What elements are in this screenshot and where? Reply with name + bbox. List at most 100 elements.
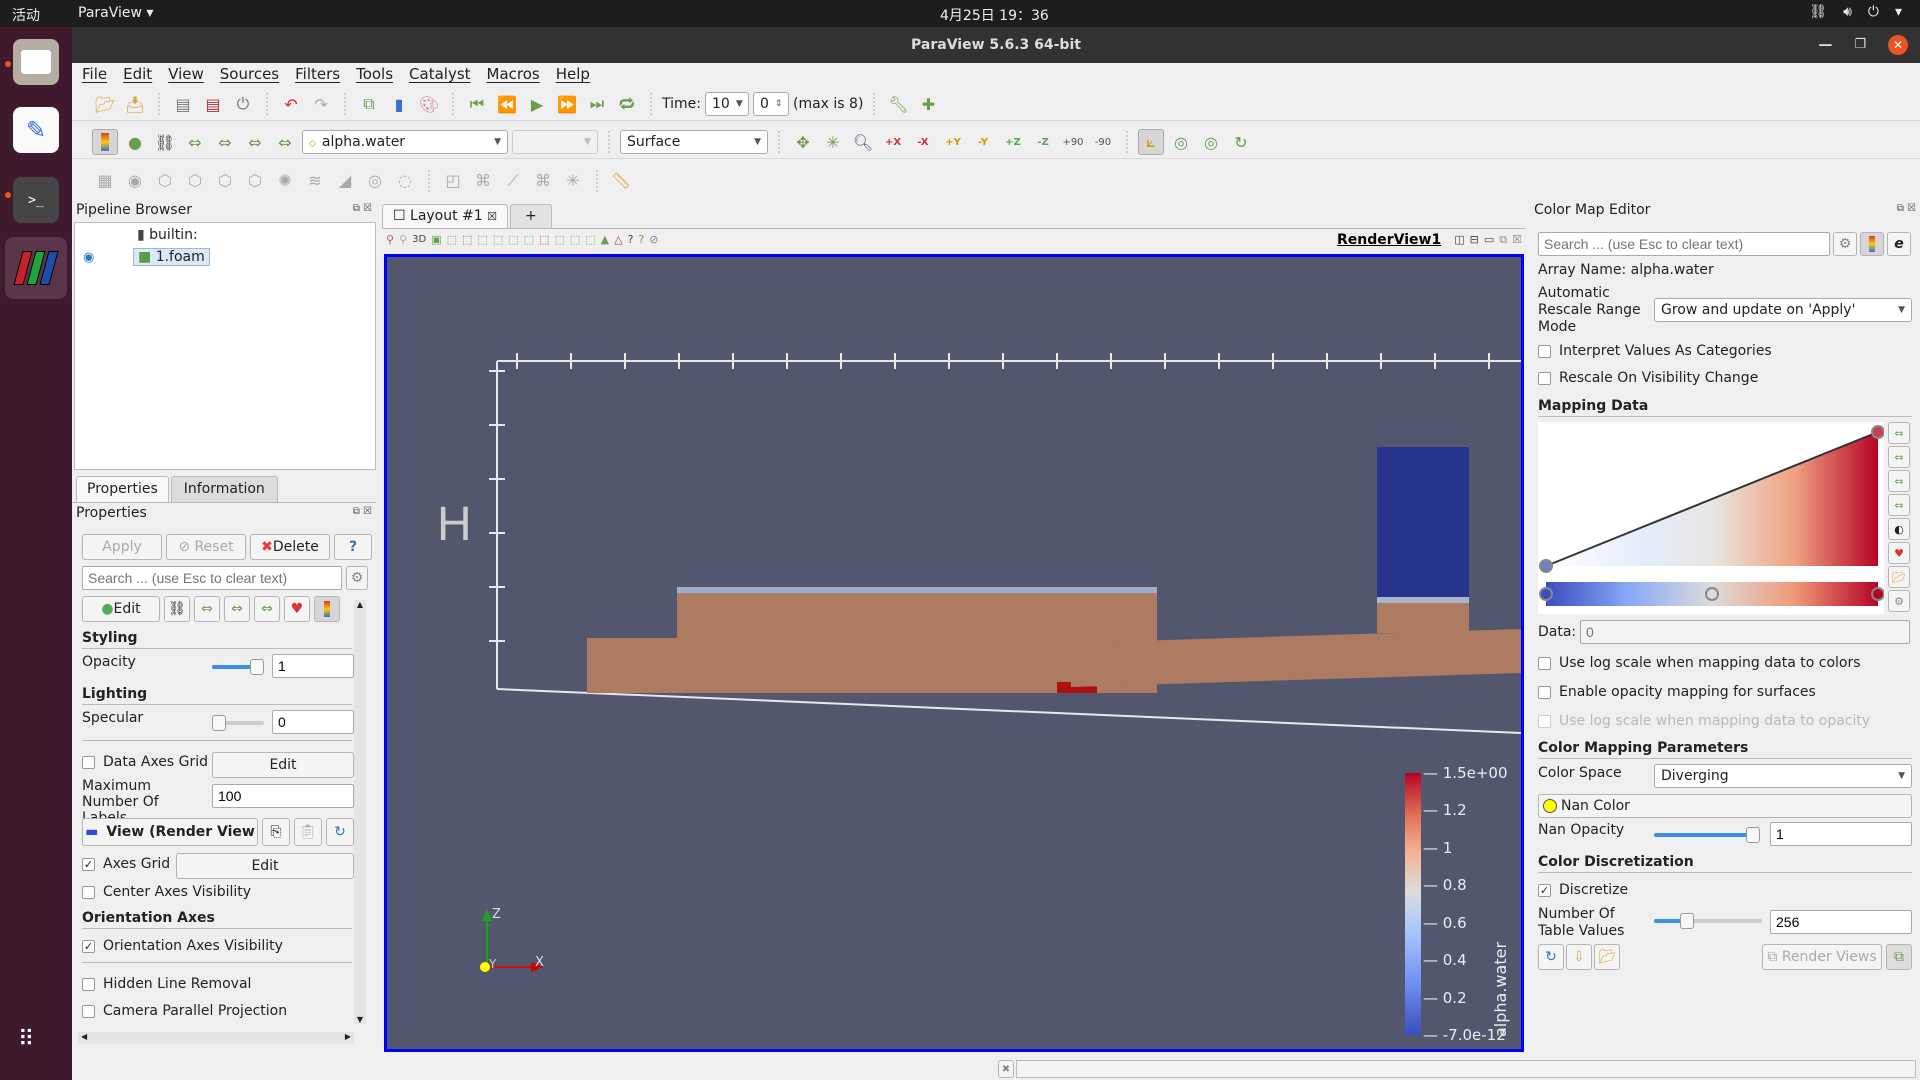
shrink-selection-icon[interactable]: ⬚: [570, 233, 580, 246]
nan-opacity-input[interactable]: [1770, 822, 1912, 846]
panel-float-close-icons[interactable]: ⧉ ☒: [353, 203, 372, 214]
split-horizontal-icon[interactable]: ◫: [1454, 233, 1464, 246]
view-minus-z-icon[interactable]: -Z: [1030, 129, 1056, 155]
select-frustum-icon[interactable]: ⬚: [477, 233, 487, 246]
cme-search-input[interactable]: [1538, 232, 1830, 256]
disconnect-icon[interactable]: ▤: [200, 91, 226, 117]
checkbox-box[interactable]: [82, 885, 95, 899]
dropdown-icon[interactable]: ▾: [1895, 4, 1902, 20]
float-view-icon[interactable]: ⧉: [1499, 233, 1507, 247]
camera-parallel-checkbox[interactable]: Camera Parallel Projection: [82, 1003, 287, 1019]
slider-knob[interactable]: [1680, 913, 1695, 929]
cme-edit-legend-icon[interactable]: e: [1887, 232, 1911, 256]
tooltip-query-icon[interactable]: ?: [638, 233, 644, 246]
help-button[interactable]: ?: [334, 534, 372, 560]
minimize-button[interactable]: —: [1818, 27, 1832, 63]
capture-icon[interactable]: ⚲: [386, 233, 394, 246]
orientation-axes-toggle-icon[interactable]: ⟀: [1138, 129, 1164, 155]
view-plus-z-icon[interactable]: +Z: [1000, 129, 1026, 155]
render-view[interactable]: H Z Y X — 1.5e+00 — 1.2 — 1 — 0.8 — 0.6 — 0.4…: [384, 254, 1524, 1052]
slider-knob[interactable]: [250, 659, 264, 675]
edit-custom-filter-icon[interactable]: 🔧︎: [885, 91, 911, 117]
split-vertical-icon[interactable]: ⊟: [1470, 233, 1479, 246]
copy-properties-button[interactable]: ⎘: [262, 818, 290, 846]
zoom-to-data-icon[interactable]: ✳: [820, 129, 846, 155]
clock[interactable]: 4月25日 19：36: [940, 5, 1049, 25]
array-select[interactable]: ◇ alpha.water ▼: [302, 130, 508, 154]
add-custom-filter-icon[interactable]: ✚: [915, 91, 941, 117]
rescale-mode-select[interactable]: Grow and update on 'Apply' ▼: [1654, 298, 1912, 322]
warp-vector-icon[interactable]: ◢: [332, 168, 358, 194]
edit-colormap-button[interactable]: ● Edit: [82, 596, 160, 622]
render-views-button[interactable]: ⧉ Render Views: [1762, 944, 1882, 970]
checkbox-box[interactable]: ✓: [1538, 883, 1551, 897]
component-select[interactable]: ▼: [512, 130, 598, 154]
panel-float-close-icons[interactable]: ⧉ ☒: [353, 506, 372, 517]
paraview-app-icon[interactable]: [5, 237, 67, 299]
paste-properties-button[interactable]: 📋︎: [294, 818, 322, 846]
opacity-slider[interactable]: [212, 659, 264, 675]
render-view-name[interactable]: RenderView1: [1337, 232, 1441, 248]
advanced-gear-icon[interactable]: ⚙: [1888, 590, 1910, 612]
menu-view[interactable]: View: [160, 63, 212, 87]
redo-icon[interactable]: ↷: [308, 91, 334, 117]
stop-icon[interactable]: ⊘: [649, 233, 658, 246]
close-tab-icon[interactable]: ☒: [487, 210, 497, 223]
hidden-line-removal-checkbox[interactable]: Hidden Line Removal: [82, 976, 251, 992]
rescale-data-range-icon[interactable]: ⇔: [1888, 422, 1910, 444]
rotate-plus-90-icon[interactable]: +90: [1060, 129, 1086, 155]
checkbox-box[interactable]: ✓: [82, 857, 95, 871]
ruler-icon[interactable]: 📏︎: [608, 168, 634, 194]
checkbox-box[interactable]: [1538, 685, 1551, 699]
specular-slider[interactable]: [212, 715, 264, 731]
delete-button[interactable]: ✖ Delete: [250, 534, 330, 560]
files-app-icon[interactable]: [13, 39, 59, 85]
rescale-temporal-range-icon[interactable]: ⇔: [242, 129, 268, 155]
glyph-icon[interactable]: ✺: [272, 168, 298, 194]
rescale-temporal-button[interactable]: ⇔: [254, 596, 280, 622]
invert-transfer-icon[interactable]: ◐: [1888, 518, 1910, 540]
clear-output-icon[interactable]: ✖: [998, 1060, 1014, 1078]
view-minus-x-icon[interactable]: -X: [910, 129, 936, 155]
cme-legend-toggle-icon[interactable]: [1860, 232, 1884, 256]
max-labels-input[interactable]: [212, 784, 354, 808]
view-minus-y-icon[interactable]: -Y: [970, 129, 996, 155]
checkbox-box[interactable]: [82, 755, 95, 769]
menu-macros[interactable]: Macros: [479, 63, 548, 87]
select-polygon-icon[interactable]: ⬚: [508, 233, 518, 246]
color-space-select[interactable]: Diverging ▼: [1654, 764, 1912, 788]
rescale-visibility-checkbox[interactable]: Rescale On Visibility Change: [1538, 370, 1758, 386]
nan-opacity-slider[interactable]: [1654, 827, 1760, 843]
app-menu[interactable]: ParaView ▾: [78, 5, 153, 21]
tab-layout-1[interactable]: ☐ Layout #1 ☒: [382, 204, 509, 228]
extract-selection-icon[interactable]: ◰: [440, 168, 466, 194]
zoom-to-box-icon[interactable]: 🔍︎: [850, 129, 876, 155]
checkbox-box[interactable]: [1538, 656, 1551, 670]
menu-file[interactable]: File: [72, 63, 115, 87]
toggle-3d-button[interactable]: 3D: [412, 234, 426, 245]
checkbox-box[interactable]: [1538, 371, 1551, 385]
contour-icon[interactable]: ◉: [122, 168, 148, 194]
panel-float-close-icons[interactable]: ⧉ ☒: [1897, 203, 1916, 214]
probe-icon[interactable]: ✳: [560, 168, 586, 194]
grow-selection-icon[interactable]: ⬚: [554, 233, 564, 246]
close-view-icon[interactable]: ☒: [1512, 233, 1522, 246]
properties-scrollbar[interactable]: ▲ ▼: [354, 600, 366, 1024]
close-button[interactable]: ✕: [1888, 35, 1908, 55]
plot-over-line-icon[interactable]: ⟋: [500, 168, 526, 194]
checkbox-box[interactable]: ✓: [82, 939, 95, 953]
terminal-app-icon[interactable]: >_: [13, 177, 59, 223]
reset-properties-button[interactable]: ↻: [326, 818, 354, 846]
palette-icon[interactable]: 🎨︎: [416, 91, 442, 117]
loop-icon[interactable]: 🔁︎: [614, 91, 640, 117]
show-apps-icon[interactable]: ⠿: [18, 1027, 35, 1052]
rotate-minus-90-icon[interactable]: -90: [1090, 129, 1116, 155]
menu-filters[interactable]: Filters: [287, 63, 348, 87]
favorites-button[interactable]: ♥: [284, 596, 310, 622]
save-default-range-button[interactable]: ⇩: [1566, 944, 1592, 970]
interactive-select-icon[interactable]: ⬚: [524, 233, 534, 246]
reset-camera-icon[interactable]: ✥: [790, 129, 816, 155]
calculator-icon[interactable]: ▦: [92, 168, 118, 194]
table-values-input[interactable]: [1770, 910, 1912, 934]
slider-knob[interactable]: [212, 715, 226, 731]
